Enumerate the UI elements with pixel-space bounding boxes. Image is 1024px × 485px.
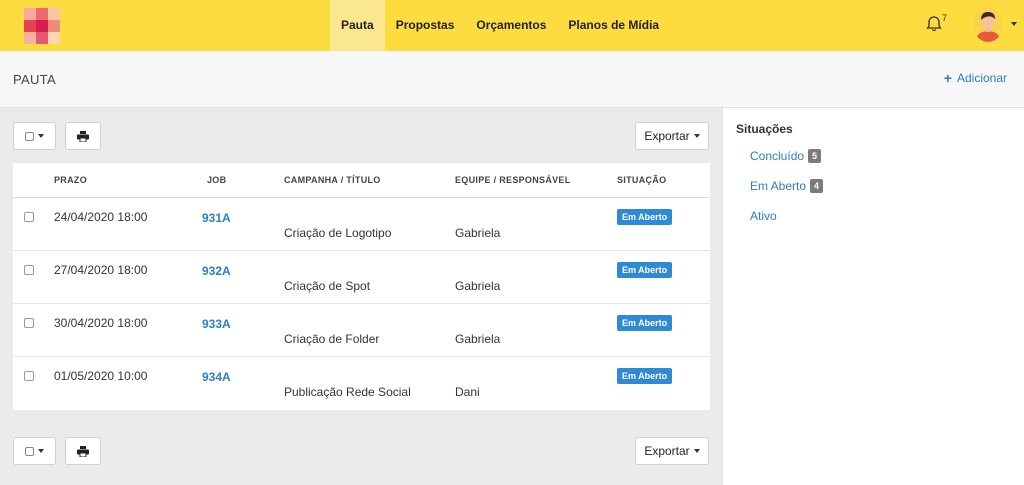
row-campanha: Criação de Spot <box>284 279 371 293</box>
sidebar-item-concluido[interactable]: Concluído 5 <box>750 149 822 163</box>
column-header-campanha[interactable]: CAMPANHA / TÍTULO <box>284 175 381 185</box>
sidebar-item-em-aberto[interactable]: Em Aberto 4 <box>750 179 824 193</box>
status-sidebar: Situações Concluído 5 Em Aberto 4 Ativo <box>722 108 1024 485</box>
row-equipe: Gabriela <box>455 279 501 293</box>
row-prazo: 01/05/2020 10:00 <box>54 369 148 383</box>
row-campanha: Criação de Logotipo <box>284 226 392 240</box>
sidebar-title: Situações <box>736 122 793 136</box>
sidebar-item-label: Ativo <box>750 209 777 223</box>
pauta-table: PRAZO JOB CAMPANHA / TÍTULO EQUIPE / RES… <box>13 163 710 410</box>
add-button-label: Adicionar <box>956 71 1007 85</box>
row-prazo: 30/04/2020 18:00 <box>54 316 148 330</box>
plus-icon: + <box>943 70 952 86</box>
row-checkbox[interactable] <box>24 371 34 381</box>
select-all-dropdown-bottom[interactable] <box>13 437 56 465</box>
count-badge: 5 <box>808 149 822 163</box>
export-dropdown[interactable]: Exportar <box>635 122 709 150</box>
print-icon <box>77 445 89 457</box>
row-job-link[interactable]: 932A <box>202 264 231 278</box>
column-header-situacao[interactable]: SITUAÇÃO <box>617 175 666 185</box>
row-job-link[interactable]: 934A <box>202 370 231 384</box>
status-badge: Em Aberto <box>617 262 673 278</box>
chevron-down-icon <box>38 134 44 138</box>
table-row[interactable]: 24/04/2020 18:00 931A Criação de Logotip… <box>13 198 710 251</box>
status-badge: Em Aberto <box>617 368 673 384</box>
table-row[interactable]: 27/04/2020 18:00 932A Criação de Spot Ga… <box>13 251 710 304</box>
sidebar-item-ativo[interactable]: Ativo <box>750 209 777 223</box>
main-nav: Pauta Propostas Orçamentos Planos de Míd… <box>330 0 670 51</box>
notification-count: 7 <box>942 13 948 23</box>
row-checkbox[interactable] <box>24 212 34 222</box>
sidebar-item-label: Em Aberto <box>750 179 807 193</box>
table-row[interactable]: 30/04/2020 18:00 933A Criação de Folder … <box>13 304 710 357</box>
bell-icon[interactable] <box>924 14 944 34</box>
row-equipe: Gabriela <box>455 226 501 240</box>
column-header-equipe[interactable]: EQUIPE / RESPONSÁVEL <box>455 175 571 185</box>
row-campanha: Publicação Rede Social <box>284 385 411 399</box>
row-equipe: Dani <box>455 385 480 399</box>
print-button-bottom[interactable] <box>65 437 101 465</box>
chevron-down-icon <box>693 449 700 453</box>
chevron-down-icon <box>693 134 700 138</box>
main-content: Exportar PRAZO JOB CAMPANHA / TÍTULO EQU… <box>0 108 722 485</box>
row-job-link[interactable]: 933A <box>202 317 231 331</box>
user-avatar[interactable] <box>973 7 1003 42</box>
row-equipe: Gabriela <box>455 332 501 346</box>
count-badge: 4 <box>810 179 824 193</box>
column-header-prazo[interactable]: PRAZO <box>54 175 87 185</box>
page-header: PAUTA + Adicionar <box>0 51 1024 108</box>
brand-logo[interactable] <box>24 8 60 44</box>
row-prazo: 24/04/2020 18:00 <box>54 210 148 224</box>
add-button[interactable]: + Adicionar <box>944 71 1007 85</box>
page-title: PAUTA <box>13 72 56 87</box>
checkbox-icon <box>25 131 34 141</box>
nav-item-planos-de-midia[interactable]: Planos de Mídia <box>557 0 670 51</box>
status-badge: Em Aberto <box>617 209 673 225</box>
row-job-link[interactable]: 931A <box>202 211 231 225</box>
sidebar-item-label: Concluído <box>750 149 805 163</box>
row-checkbox[interactable] <box>24 318 34 328</box>
nav-item-orcamentos[interactable]: Orçamentos <box>465 0 557 51</box>
row-campanha: Criação de Folder <box>284 332 380 346</box>
top-navbar: Pauta Propostas Orçamentos Planos de Míd… <box>0 0 1024 51</box>
checkbox-icon <box>25 446 34 456</box>
row-checkbox[interactable] <box>24 265 34 275</box>
nav-item-propostas[interactable]: Propostas <box>385 0 466 51</box>
nav-item-pauta[interactable]: Pauta <box>330 0 385 51</box>
status-badge: Em Aberto <box>617 315 673 331</box>
user-menu-caret-icon[interactable] <box>1011 22 1017 26</box>
column-header-job[interactable]: JOB <box>207 175 226 185</box>
chevron-down-icon <box>38 449 44 453</box>
export-label: Exportar <box>644 129 690 143</box>
export-dropdown-bottom[interactable]: Exportar <box>635 437 709 465</box>
row-prazo: 27/04/2020 18:00 <box>54 263 148 277</box>
table-row[interactable]: 01/05/2020 10:00 934A Publicação Rede So… <box>13 357 710 410</box>
print-button[interactable] <box>65 122 101 150</box>
export-label: Exportar <box>644 444 690 458</box>
print-icon <box>77 130 89 142</box>
select-all-dropdown[interactable] <box>13 122 56 150</box>
